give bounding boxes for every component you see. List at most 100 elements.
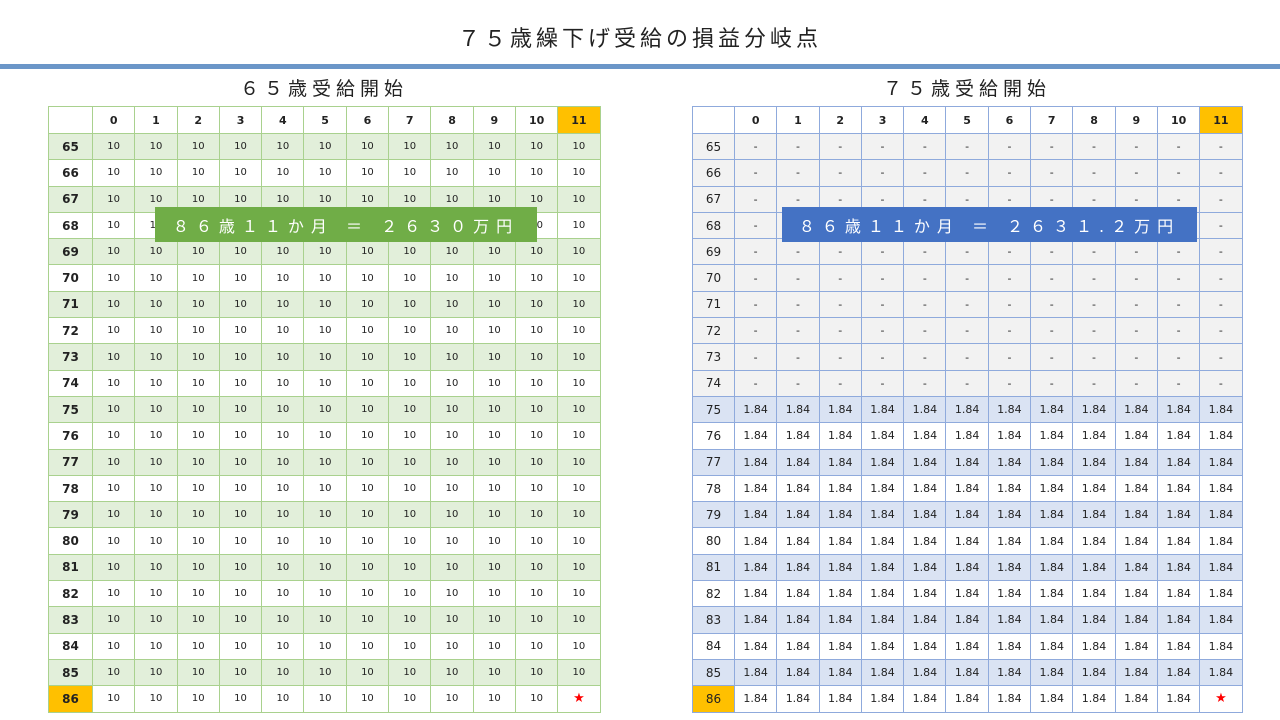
corner-cell bbox=[48, 106, 93, 134]
table-cell: 10 bbox=[261, 580, 305, 608]
table-cell: 10 bbox=[345, 264, 390, 292]
table-cell: 1.84 bbox=[1114, 501, 1158, 529]
table-cell: 10 bbox=[430, 527, 474, 555]
table-cell: 10 bbox=[514, 553, 559, 582]
age-header-86: 86 bbox=[48, 685, 93, 713]
table-cell: 1.84 bbox=[987, 501, 1032, 529]
table-cell: 10 bbox=[261, 132, 305, 161]
table-row: 75 10 10 10 10 10 10 10 10 10 10 10 10 bbox=[48, 395, 601, 424]
month-header-0: 0 bbox=[91, 106, 136, 134]
age-header-69: 69 bbox=[692, 238, 735, 266]
table-cell: 10 bbox=[218, 580, 263, 608]
table-cell: 10 bbox=[345, 632, 390, 660]
age-header-74: 74 bbox=[48, 369, 93, 397]
table-cell: 10 bbox=[218, 685, 263, 713]
table-cell: 10 bbox=[514, 343, 559, 371]
table-row: 72 10 10 10 10 10 10 10 10 10 10 10 10 bbox=[48, 317, 601, 345]
table-row: 80 1.84 1.84 1.84 1.84 1.84 1.84 1.84 1.84 1.84 1.… bbox=[692, 527, 1243, 555]
table-cell: - bbox=[733, 290, 778, 319]
table-cell: 10 bbox=[218, 317, 263, 345]
table-cell: 10 bbox=[388, 632, 432, 660]
table-cell: 10 bbox=[472, 422, 516, 450]
table-cell: 10 bbox=[261, 658, 305, 687]
table-cell: - bbox=[1114, 159, 1158, 187]
table-cell: 10 bbox=[472, 395, 516, 424]
table-cell: - bbox=[776, 264, 820, 292]
table-cell: 1.84 bbox=[776, 658, 820, 687]
table-cell: 1.84 bbox=[818, 685, 862, 713]
table-cell: 10 bbox=[261, 238, 305, 266]
table-cell: 1.84 bbox=[903, 553, 947, 582]
table-cell: 1.84 bbox=[776, 685, 820, 713]
table-cell: - bbox=[818, 290, 862, 319]
table-cell: 1.84 bbox=[945, 395, 989, 424]
table-cell: 10 bbox=[134, 132, 178, 161]
month-header-10: 10 bbox=[1156, 106, 1201, 134]
month-header-4: 4 bbox=[261, 106, 305, 134]
table-cell: 10 bbox=[91, 132, 136, 161]
table-cell: 10 bbox=[557, 132, 601, 161]
table-cell: - bbox=[903, 264, 947, 292]
table-cell: - bbox=[1030, 290, 1074, 319]
month-header-8: 8 bbox=[430, 106, 474, 134]
table-row: 84 10 10 10 10 10 10 10 10 10 10 10 10 bbox=[48, 632, 601, 660]
table-cell: 1.84 bbox=[1072, 448, 1116, 476]
table-cell: 1.84 bbox=[860, 606, 905, 634]
table-cell: 10 bbox=[303, 553, 347, 582]
age-header-78: 78 bbox=[48, 474, 93, 503]
table-cell: 10 bbox=[345, 606, 390, 634]
table-cell: 10 bbox=[345, 159, 390, 187]
table-cell: 10 bbox=[91, 658, 136, 687]
month-header-3: 3 bbox=[860, 106, 905, 134]
table-cell: 1.84 bbox=[945, 580, 989, 608]
table-cell: 10 bbox=[91, 527, 136, 555]
table-cell: - bbox=[1114, 290, 1158, 319]
left-result-banner: ８６歳１１か月 ＝ ２６３０万円 bbox=[155, 207, 537, 242]
table-cell: 10 bbox=[261, 606, 305, 634]
table-cell: 1.84 bbox=[1114, 527, 1158, 555]
table-cell: 1.84 bbox=[776, 553, 820, 582]
table-cell: 10 bbox=[472, 369, 516, 397]
table-cell: 10 bbox=[430, 553, 474, 582]
table-cell: 10 bbox=[430, 317, 474, 345]
age-header-73: 73 bbox=[48, 343, 93, 371]
table-cell: - bbox=[1199, 159, 1243, 187]
table-cell: 10 bbox=[430, 238, 474, 266]
table-cell: 10 bbox=[514, 132, 559, 161]
table-cell: 10 bbox=[303, 632, 347, 660]
table-cell: 1.84 bbox=[733, 685, 778, 713]
table-cell: 10 bbox=[557, 264, 601, 292]
table-cell: - bbox=[733, 264, 778, 292]
table-row: 78 1.84 1.84 1.84 1.84 1.84 1.84 1.84 1.84 1.84 1.… bbox=[692, 474, 1243, 503]
table-cell: 10 bbox=[303, 448, 347, 476]
table-cell: - bbox=[818, 369, 862, 397]
table-cell: - bbox=[903, 343, 947, 371]
table-cell: 1.84 bbox=[1156, 580, 1201, 608]
table-cell: 10 bbox=[176, 501, 220, 529]
table-cell: 10 bbox=[91, 501, 136, 529]
table-cell: 1.84 bbox=[776, 580, 820, 608]
table-cell: 1.84 bbox=[945, 422, 989, 450]
table-cell: 10 bbox=[557, 606, 601, 634]
table-cell: - bbox=[1030, 343, 1074, 371]
table-cell: 10 bbox=[176, 685, 220, 713]
table-cell: 10 bbox=[176, 343, 220, 371]
table-cell: 10 bbox=[218, 395, 263, 424]
table-cell: 1.84 bbox=[818, 474, 862, 503]
table-cell: 10 bbox=[514, 369, 559, 397]
table-cell: 1.84 bbox=[987, 685, 1032, 713]
table-cell: 10 bbox=[472, 132, 516, 161]
table-cell: 1.84 bbox=[818, 658, 862, 687]
table-cell: 1.84 bbox=[945, 658, 989, 687]
table-cell: 10 bbox=[557, 422, 601, 450]
table-cell: 10 bbox=[91, 448, 136, 476]
table-cell: 1.84 bbox=[776, 501, 820, 529]
table-cell: 10 bbox=[91, 395, 136, 424]
table-cell: 1.84 bbox=[776, 606, 820, 634]
table-cell: 10 bbox=[472, 553, 516, 582]
table-cell: 1.84 bbox=[733, 448, 778, 476]
table-cell: - bbox=[1030, 159, 1074, 187]
table-cell: 1.84 bbox=[733, 501, 778, 529]
table-cell: 10 bbox=[261, 264, 305, 292]
table-cell: - bbox=[1156, 132, 1201, 161]
